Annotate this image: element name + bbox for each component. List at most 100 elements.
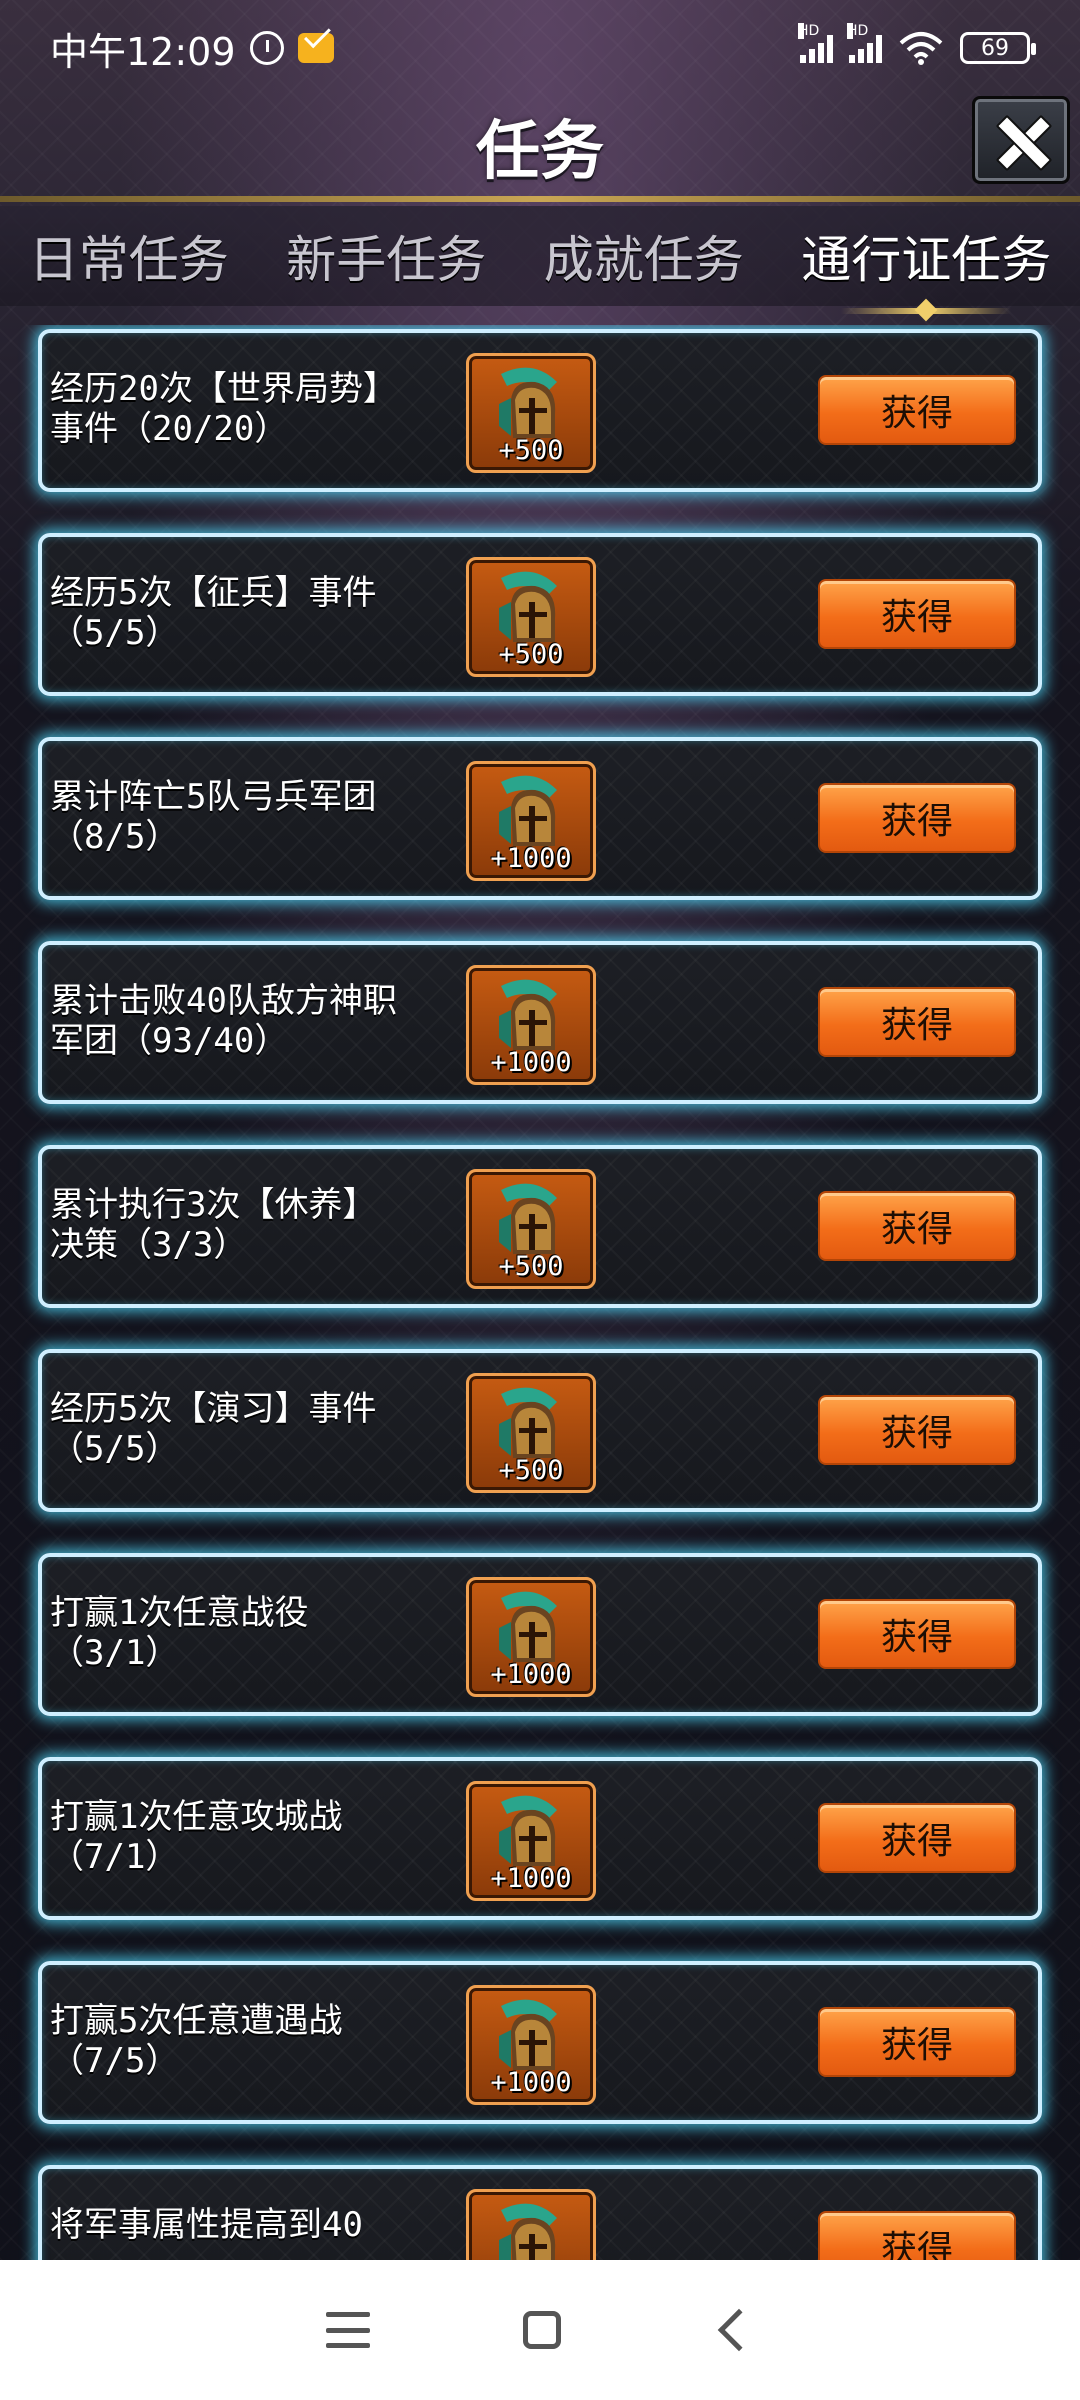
- back-icon[interactable]: [717, 2308, 760, 2352]
- battery-icon: 69: [960, 32, 1036, 64]
- task-text-line: 经历5次【征兵】事件: [50, 573, 377, 613]
- task-description: 累计执行3次【休养】 决策（3/3）: [50, 1185, 470, 1265]
- task-card: 打赢1次任意战役 （3/1） +1000 获得: [38, 1553, 1042, 1716]
- task-text-line: 打赢5次任意遭遇战: [50, 2001, 343, 2041]
- task-text-line: 经历20次【世界局势】: [50, 369, 397, 409]
- task-text-line: 累计击败40队敌方神职: [50, 981, 397, 1021]
- task-description: 打赢1次任意战役 （3/1）: [50, 1593, 470, 1673]
- battery-level: 69: [981, 35, 1009, 61]
- helmet-icon: [499, 1795, 557, 1866]
- task-card: 经历5次【演习】事件 （5/5） +500 获得: [38, 1349, 1042, 1512]
- helmet-icon: [499, 775, 557, 846]
- reward-amount: +500: [498, 435, 564, 466]
- task-card: 经历20次【世界局势】 事件（20/20） +500 获得: [38, 329, 1042, 492]
- helmet-icon: [499, 1591, 557, 1662]
- reward-amount: +1000: [490, 1047, 572, 1078]
- page-title: 任务: [476, 115, 604, 189]
- tab-achievement[interactable]: 成就任务: [536, 220, 752, 292]
- tab-pass-label: 通行证任务: [801, 231, 1052, 289]
- claim-button[interactable]: 获得: [818, 1191, 1016, 1261]
- recent-apps-icon[interactable]: [326, 2312, 371, 2348]
- active-tab-indicator: [841, 308, 1012, 314]
- task-text-line: （7/5）: [50, 2041, 180, 2081]
- reward-item: [466, 2189, 596, 2260]
- header-divider: [0, 196, 1080, 202]
- task-list[interactable]: 经历20次【世界局势】 事件（20/20） +500 获得 经历5次【征兵】事件…: [0, 325, 1080, 2260]
- status-right: HD HD 69: [798, 23, 1036, 65]
- task-card: 累计执行3次【休养】 决策（3/3） +500 获得: [38, 1145, 1042, 1308]
- close-icon: [994, 113, 1048, 167]
- reward-item: +1000: [466, 761, 596, 881]
- task-description: 累计击败40队敌方神职 军团（93/40）: [50, 981, 470, 1061]
- task-description: 累计阵亡5队弓兵军团 （8/5）: [50, 777, 470, 857]
- task-description: 经历5次【演习】事件 （5/5）: [50, 1389, 470, 1469]
- clock: 中午12:09: [50, 29, 236, 74]
- reward-item: +500: [466, 353, 596, 473]
- tab-daily[interactable]: 日常任务: [21, 220, 237, 292]
- home-icon[interactable]: [522, 2311, 561, 2349]
- task-card: 打赢1次任意攻城战 （7/1） +1000 获得: [38, 1757, 1042, 1920]
- helmet-icon: [499, 367, 557, 438]
- helmet-icon: [499, 571, 557, 642]
- alarm-icon: [249, 31, 284, 65]
- task-text-line: （3/1）: [50, 1633, 180, 1673]
- claim-button[interactable]: 获得: [818, 2211, 1016, 2260]
- task-card: 将军事属性提高到40 获得: [38, 2165, 1042, 2260]
- claim-button[interactable]: 获得: [818, 375, 1016, 445]
- status-bar: 中午12:09 HD HD 69: [0, 0, 1080, 96]
- helmet-icon: [499, 979, 557, 1050]
- task-description: 经历20次【世界局势】 事件（20/20）: [50, 369, 470, 449]
- header: 任务: [0, 96, 1080, 196]
- task-card: 打赢5次任意遭遇战 （7/5） +1000 获得: [38, 1961, 1042, 2124]
- tab-newbie[interactable]: 新手任务: [278, 220, 494, 292]
- task-text-line: 决策（3/3）: [50, 1225, 248, 1265]
- reward-amount: +1000: [490, 843, 572, 874]
- task-text-line: （5/5）: [50, 613, 180, 653]
- mail-icon: [297, 33, 334, 63]
- signal-tag: HD: [847, 23, 869, 39]
- claim-button[interactable]: 获得: [818, 2007, 1016, 2077]
- reward-amount: +500: [498, 1251, 564, 1282]
- helmet-icon: [499, 1183, 557, 1254]
- reward-item: +1000: [466, 1985, 596, 2105]
- reward-amount: +1000: [490, 1659, 572, 1690]
- signal-tag: HD: [798, 23, 820, 39]
- task-description: 经历5次【征兵】事件 （5/5）: [50, 573, 470, 653]
- task-text-line: 打赢1次任意攻城战: [50, 1797, 343, 1837]
- task-card: 经历5次【征兵】事件 （5/5） +500 获得: [38, 533, 1042, 696]
- tab-pass[interactable]: 通行证任务: [793, 220, 1059, 314]
- task-text-line: （7/1）: [50, 1837, 180, 1877]
- status-left: 中午12:09: [50, 21, 334, 76]
- cell-signal-icon: HD: [847, 23, 882, 63]
- task-card: 累计阵亡5队弓兵军团 （8/5） +1000 获得: [38, 737, 1042, 900]
- reward-item: +500: [466, 1373, 596, 1493]
- wifi-icon: [899, 32, 943, 65]
- task-text-line: 将军事属性提高到40: [50, 2205, 363, 2245]
- task-description: 打赢5次任意遭遇战 （7/5）: [50, 2001, 470, 2081]
- task-text-line: 累计执行3次【休养】: [50, 1185, 377, 1225]
- claim-button[interactable]: 获得: [818, 987, 1016, 1057]
- task-text-line: （8/5）: [50, 817, 180, 857]
- cell-signal-icon: HD: [798, 23, 833, 63]
- task-text-line: （5/5）: [50, 1429, 180, 1469]
- task-text-line: 打赢1次任意战役: [50, 1593, 309, 1633]
- task-description: 打赢1次任意攻城战 （7/1）: [50, 1797, 470, 1877]
- helmet-icon: [499, 1387, 557, 1458]
- system-nav-bar: [0, 2260, 1080, 2400]
- reward-amount: +500: [498, 639, 564, 670]
- helmet-icon: [499, 1999, 557, 2070]
- claim-button[interactable]: 获得: [818, 1599, 1016, 1669]
- reward-item: +1000: [466, 1577, 596, 1697]
- close-button[interactable]: [972, 96, 1070, 184]
- reward-item: +1000: [466, 965, 596, 1085]
- reward-item: +500: [466, 557, 596, 677]
- claim-button[interactable]: 获得: [818, 1395, 1016, 1465]
- task-text-line: 军团（93/40）: [50, 1021, 289, 1061]
- task-text-line: 累计阵亡5队弓兵军团: [50, 777, 377, 817]
- task-card: 累计击败40队敌方神职 军团（93/40） +1000 获得: [38, 941, 1042, 1104]
- claim-button[interactable]: 获得: [818, 579, 1016, 649]
- claim-button[interactable]: 获得: [818, 1803, 1016, 1873]
- helmet-icon: [499, 2203, 557, 2260]
- claim-button[interactable]: 获得: [818, 783, 1016, 853]
- reward-amount: +1000: [490, 2067, 572, 2098]
